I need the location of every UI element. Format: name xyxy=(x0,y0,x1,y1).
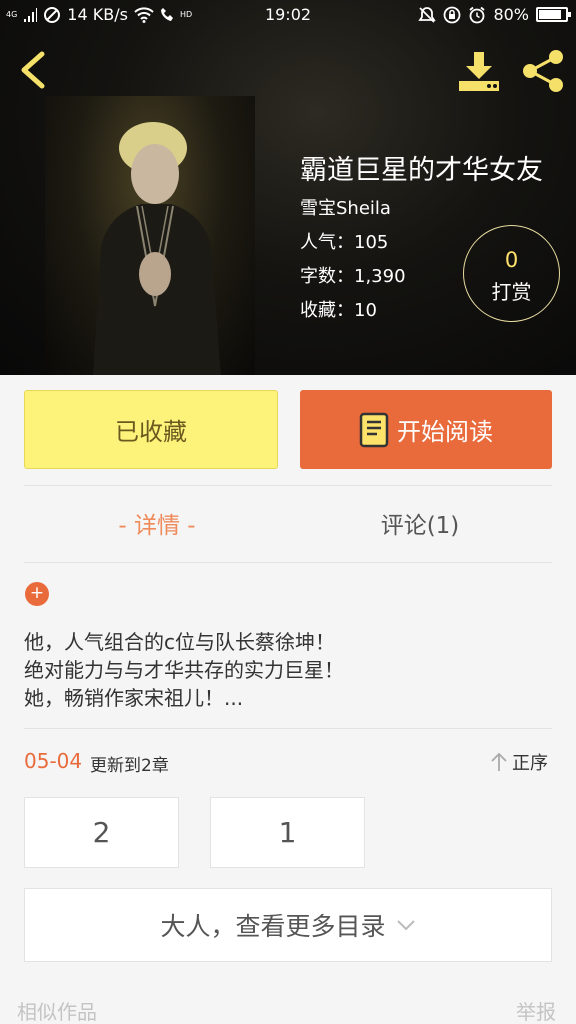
description-line: 绝对能力与与才华共存的实力巨星！ xyxy=(24,658,344,682)
reward-label: 打赏 xyxy=(491,280,532,304)
chevron-down-icon xyxy=(396,920,415,931)
favorites-stat: 收藏：10 xyxy=(300,300,377,321)
favorited-button[interactable]: 已收藏 xyxy=(24,390,278,469)
alarm-icon xyxy=(469,6,486,23)
start-reading-label: 开始阅读 xyxy=(397,418,493,446)
book-cover-image xyxy=(45,96,255,375)
more-catalog-label: 大人，查看更多目录 xyxy=(160,912,386,941)
download-button[interactable] xyxy=(456,48,502,94)
divider xyxy=(24,728,552,729)
book-description[interactable]: 他，人气组合的c位与队长蔡徐坤！ 绝对能力与与才华共存的实力巨星！ 她，畅销作家… xyxy=(24,628,544,712)
mute-bell-icon xyxy=(418,6,437,23)
battery-icon xyxy=(536,7,571,22)
back-button[interactable] xyxy=(14,48,50,92)
divider xyxy=(24,562,552,563)
update-date: 05-04 xyxy=(24,749,83,773)
divider xyxy=(24,485,552,486)
status-bar: 4G 14 KB/s HD 19:02 80% xyxy=(0,0,576,30)
chapter-item[interactable]: 1 xyxy=(210,797,365,868)
reward-button[interactable]: 0 打赏 xyxy=(463,225,560,322)
more-catalog-button[interactable]: 大人，查看更多目录 xyxy=(24,888,552,962)
share-button[interactable] xyxy=(518,48,568,94)
lock-rotation-icon xyxy=(444,6,461,23)
report-link[interactable]: 举报 xyxy=(516,996,556,1024)
update-text: 更新到2章 xyxy=(90,756,169,776)
chapter-item[interactable]: 2 xyxy=(24,797,179,868)
sort-order-button[interactable]: 正序 xyxy=(490,749,548,775)
tab-detail[interactable]: - 详情 - xyxy=(57,506,257,540)
tab-comments[interactable]: 评论(1) xyxy=(320,506,520,540)
share-icon xyxy=(523,50,563,92)
book-title: 霸道巨星的才华女友 xyxy=(300,155,543,186)
similar-works-heading: 相似作品 xyxy=(17,1000,97,1024)
clock: 19:02 xyxy=(264,5,312,24)
download-icon xyxy=(459,52,499,91)
battery-percent: 80% xyxy=(493,5,529,24)
book-icon xyxy=(359,412,389,447)
favorited-label: 已收藏 xyxy=(115,418,187,446)
word-count-stat: 字数：1,390 xyxy=(300,266,406,287)
reward-count: 0 xyxy=(504,248,519,272)
book-header: 4G 14 KB/s HD 19:02 80% 霸道巨星的才华女友 雪宝Shei… xyxy=(0,0,576,375)
expand-description-button[interactable]: + xyxy=(25,582,49,606)
start-reading-button[interactable]: 开始阅读 xyxy=(300,390,552,469)
chevron-left-icon xyxy=(21,51,45,89)
description-line: 他，人气组合的c位与队长蔡徐坤！ xyxy=(24,630,335,654)
book-author[interactable]: 雪宝Sheila xyxy=(300,194,391,220)
arrow-up-icon xyxy=(491,752,507,771)
description-line: 她，畅销作家宋祖儿！... xyxy=(24,686,244,710)
popularity-stat: 人气：105 xyxy=(300,232,389,253)
sort-label: 正序 xyxy=(512,753,548,774)
